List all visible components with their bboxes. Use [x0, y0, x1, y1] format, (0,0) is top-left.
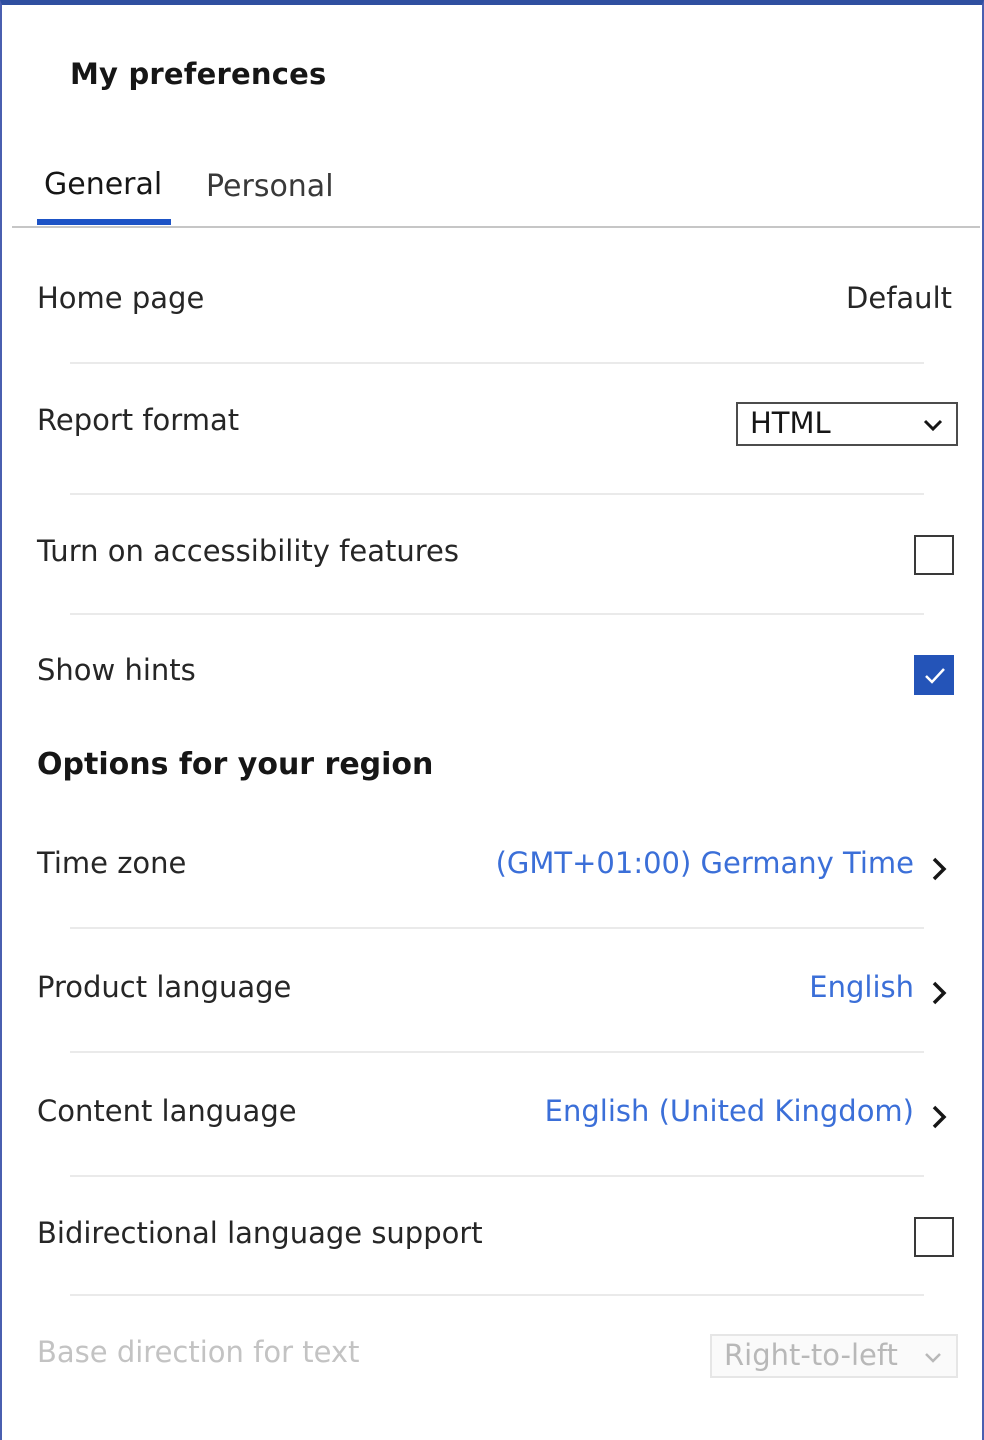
- time-zone-link[interactable]: (GMT+01:00) Germany Time: [496, 846, 914, 880]
- report-format-label: Report format: [37, 403, 240, 437]
- report-format-selected-value: HTML: [750, 406, 831, 440]
- accessibility-label: Turn on accessibility features: [37, 534, 459, 568]
- tab-bar: General Personal: [12, 155, 980, 228]
- divider: [70, 613, 924, 615]
- divider: [70, 927, 924, 929]
- report-format-select[interactable]: HTML: [736, 402, 958, 446]
- accessibility-checkbox[interactable]: [914, 535, 954, 575]
- chevron-down-icon: [925, 1353, 941, 1363]
- tab-personal[interactable]: Personal: [206, 169, 334, 204]
- divider: [70, 1294, 924, 1296]
- home-page-label: Home page: [37, 281, 205, 315]
- region-section-heading: Options for your region: [37, 747, 434, 782]
- content-language-label: Content language: [37, 1094, 297, 1128]
- divider: [70, 1051, 924, 1053]
- content-language-link[interactable]: English (United Kingdom): [545, 1094, 914, 1128]
- chevron-down-icon: [923, 419, 943, 432]
- time-zone-label: Time zone: [37, 846, 187, 880]
- base-direction-label: Base direction for text: [37, 1335, 360, 1369]
- divider: [70, 1175, 924, 1177]
- checkmark-icon: [925, 668, 945, 684]
- divider: [70, 362, 924, 364]
- product-language-link[interactable]: English: [809, 970, 914, 1004]
- bidi-support-checkbox[interactable]: [914, 1217, 954, 1257]
- active-tab-indicator: [37, 219, 171, 225]
- bidi-support-label: Bidirectional language support: [37, 1216, 483, 1250]
- preferences-panel: My preferences General Personal Home pag…: [0, 0, 984, 1440]
- product-language-label: Product language: [37, 970, 292, 1004]
- base-direction-select: Right-to-left: [710, 1334, 958, 1378]
- show-hints-checkbox[interactable]: [914, 655, 954, 695]
- show-hints-label: Show hints: [37, 653, 196, 687]
- home-page-value: Default: [846, 281, 952, 315]
- chevron-right-icon[interactable]: [928, 979, 950, 1007]
- tab-general[interactable]: General: [44, 167, 162, 202]
- chevron-right-icon[interactable]: [928, 855, 950, 883]
- chevron-right-icon[interactable]: [928, 1103, 950, 1131]
- base-direction-selected-value: Right-to-left: [724, 1338, 898, 1372]
- panel-title: My preferences: [70, 57, 327, 91]
- divider: [70, 493, 924, 495]
